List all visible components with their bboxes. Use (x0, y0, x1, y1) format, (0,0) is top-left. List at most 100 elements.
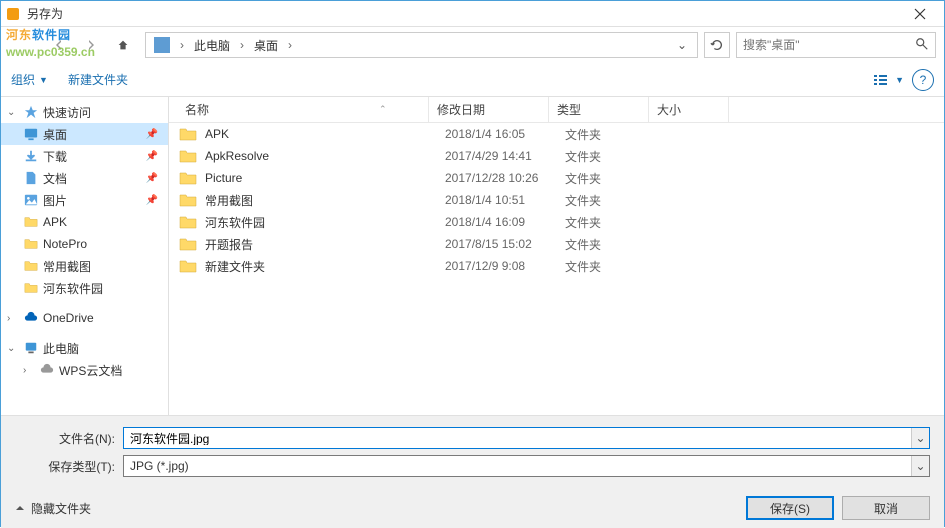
folder-icon (23, 214, 39, 230)
help-icon: ? (920, 73, 927, 87)
file-date: 2017/12/28 10:26 (437, 171, 557, 185)
cloud-icon (23, 310, 39, 326)
filetype-field[interactable]: JPG (*.jpg) ⌄ (123, 455, 930, 477)
pin-icon: 📌 (146, 173, 158, 184)
filename-label: 文件名(N): (15, 430, 115, 447)
close-button[interactable] (900, 2, 940, 26)
filename-field[interactable]: ⌄ (123, 427, 930, 449)
sidebar-notepro[interactable]: NotePro (1, 233, 168, 255)
pin-icon: 📌 (146, 151, 158, 162)
filetype-value: JPG (*.jpg) (124, 459, 911, 473)
arrow-left-icon (51, 37, 67, 53)
sidebar-screenshots[interactable]: 常用截图 (1, 255, 168, 277)
folder-icon (179, 148, 197, 164)
document-icon (23, 170, 39, 186)
column-date[interactable]: 修改日期 (429, 97, 549, 122)
search-box[interactable] (736, 32, 936, 58)
file-row[interactable]: 开题报告 2017/8/15 15:02 文件夹 (169, 233, 944, 255)
window-title: 另存为 (27, 5, 900, 22)
file-name: 开题报告 (205, 236, 437, 253)
folder-icon (179, 258, 197, 274)
folder-icon (179, 214, 197, 230)
hide-folders-toggle[interactable]: 隐藏文件夹 (15, 500, 91, 517)
file-type: 文件夹 (557, 192, 657, 209)
chevron-down-icon: ⌄ (7, 343, 19, 354)
main-area: ⌄ 快速访问 桌面 📌 下载 📌 文档 📌 图片 📌 APK (1, 97, 944, 415)
refresh-button[interactable] (704, 32, 730, 58)
file-type: 文件夹 (557, 258, 657, 275)
toolbar: 组织 ▼ 新建文件夹 ▼ ? (1, 63, 944, 97)
file-type: 文件夹 (557, 170, 657, 187)
breadcrumb[interactable]: › 此电脑 › 桌面 › ⌄ (145, 32, 698, 58)
breadcrumb-dropdown[interactable]: ⌄ (671, 38, 693, 52)
sidebar-desktop[interactable]: 桌面 📌 (1, 123, 168, 145)
sidebar-hedong[interactable]: 河东软件园 (1, 277, 168, 299)
sidebar-thispc[interactable]: ⌄ 此电脑 (1, 337, 168, 359)
close-icon (914, 8, 926, 20)
refresh-icon (710, 38, 724, 52)
save-form: 文件名(N): ⌄ 保存类型(T): JPG (*.jpg) ⌄ (1, 415, 944, 488)
search-icon[interactable] (915, 37, 929, 54)
forward-button[interactable] (77, 31, 105, 59)
organize-button[interactable]: 组织 ▼ (11, 71, 48, 88)
view-icon (873, 73, 895, 87)
sidebar-documents[interactable]: 文档 📌 (1, 167, 168, 189)
save-button[interactable]: 保存(S) (746, 496, 834, 520)
breadcrumb-item[interactable]: 桌面 (250, 37, 282, 54)
file-row[interactable]: APK 2018/1/4 16:05 文件夹 (169, 123, 944, 145)
search-input[interactable] (743, 38, 915, 52)
file-name: Picture (205, 171, 437, 185)
column-size[interactable]: 大小 (649, 97, 729, 122)
cancel-button[interactable]: 取消 (842, 496, 930, 520)
download-icon (23, 148, 39, 164)
filename-input[interactable] (124, 431, 911, 445)
chevron-right-icon: › (7, 313, 19, 324)
new-folder-button[interactable]: 新建文件夹 (68, 71, 128, 88)
sidebar-wps[interactable]: › WPS云文档 (1, 359, 168, 381)
back-button[interactable] (45, 31, 73, 59)
column-type[interactable]: 类型 (549, 97, 649, 122)
file-type: 文件夹 (557, 126, 657, 143)
column-header: 名称⌃ 修改日期 类型 大小 (169, 97, 944, 123)
file-type: 文件夹 (557, 148, 657, 165)
filetype-label: 保存类型(T): (15, 458, 115, 475)
picture-icon (23, 192, 39, 208)
folder-icon (179, 170, 197, 186)
arrow-right-icon (83, 37, 99, 53)
file-row[interactable]: 常用截图 2018/1/4 10:51 文件夹 (169, 189, 944, 211)
arrow-up-icon (116, 38, 130, 52)
filetype-dropdown[interactable]: ⌄ (911, 456, 929, 476)
sidebar: ⌄ 快速访问 桌面 📌 下载 📌 文档 📌 图片 📌 APK (1, 97, 169, 415)
file-date: 2017/4/29 14:41 (437, 149, 557, 163)
sidebar-onedrive[interactable]: › OneDrive (1, 307, 168, 329)
file-row[interactable]: 河东软件园 2018/1/4 16:09 文件夹 (169, 211, 944, 233)
view-button[interactable]: ▼ (873, 73, 904, 87)
sidebar-pictures[interactable]: 图片 📌 (1, 189, 168, 211)
help-button[interactable]: ? (912, 69, 934, 91)
desktop-icon (23, 126, 39, 142)
sidebar-quick-access[interactable]: ⌄ 快速访问 (1, 101, 168, 123)
file-date: 2018/1/4 16:05 (437, 127, 557, 141)
star-icon (23, 104, 39, 120)
breadcrumb-item[interactable]: 此电脑 (190, 37, 234, 54)
file-name: 常用截图 (205, 192, 437, 209)
folder-icon (179, 126, 197, 142)
chevron-up-icon (15, 503, 25, 513)
up-button[interactable] (111, 33, 135, 57)
file-row[interactable]: 新建文件夹 2017/12/9 9:08 文件夹 (169, 255, 944, 277)
folder-icon (179, 192, 197, 208)
column-name[interactable]: 名称⌃ (169, 97, 429, 122)
file-name: APK (205, 127, 437, 141)
file-row[interactable]: Picture 2017/12/28 10:26 文件夹 (169, 167, 944, 189)
folder-icon (23, 258, 39, 274)
file-date: 2017/8/15 15:02 (437, 237, 557, 251)
sidebar-apk[interactable]: APK (1, 211, 168, 233)
file-row[interactable]: ApkResolve 2017/4/29 14:41 文件夹 (169, 145, 944, 167)
nav-row: › 此电脑 › 桌面 › ⌄ (1, 27, 944, 63)
titlebar: 另存为 (1, 1, 944, 27)
filename-dropdown[interactable]: ⌄ (911, 428, 929, 448)
action-bar: 隐藏文件夹 保存(S) 取消 (1, 488, 944, 528)
chevron-right-icon: › (23, 365, 35, 376)
sidebar-downloads[interactable]: 下载 📌 (1, 145, 168, 167)
location-icon (154, 37, 170, 53)
